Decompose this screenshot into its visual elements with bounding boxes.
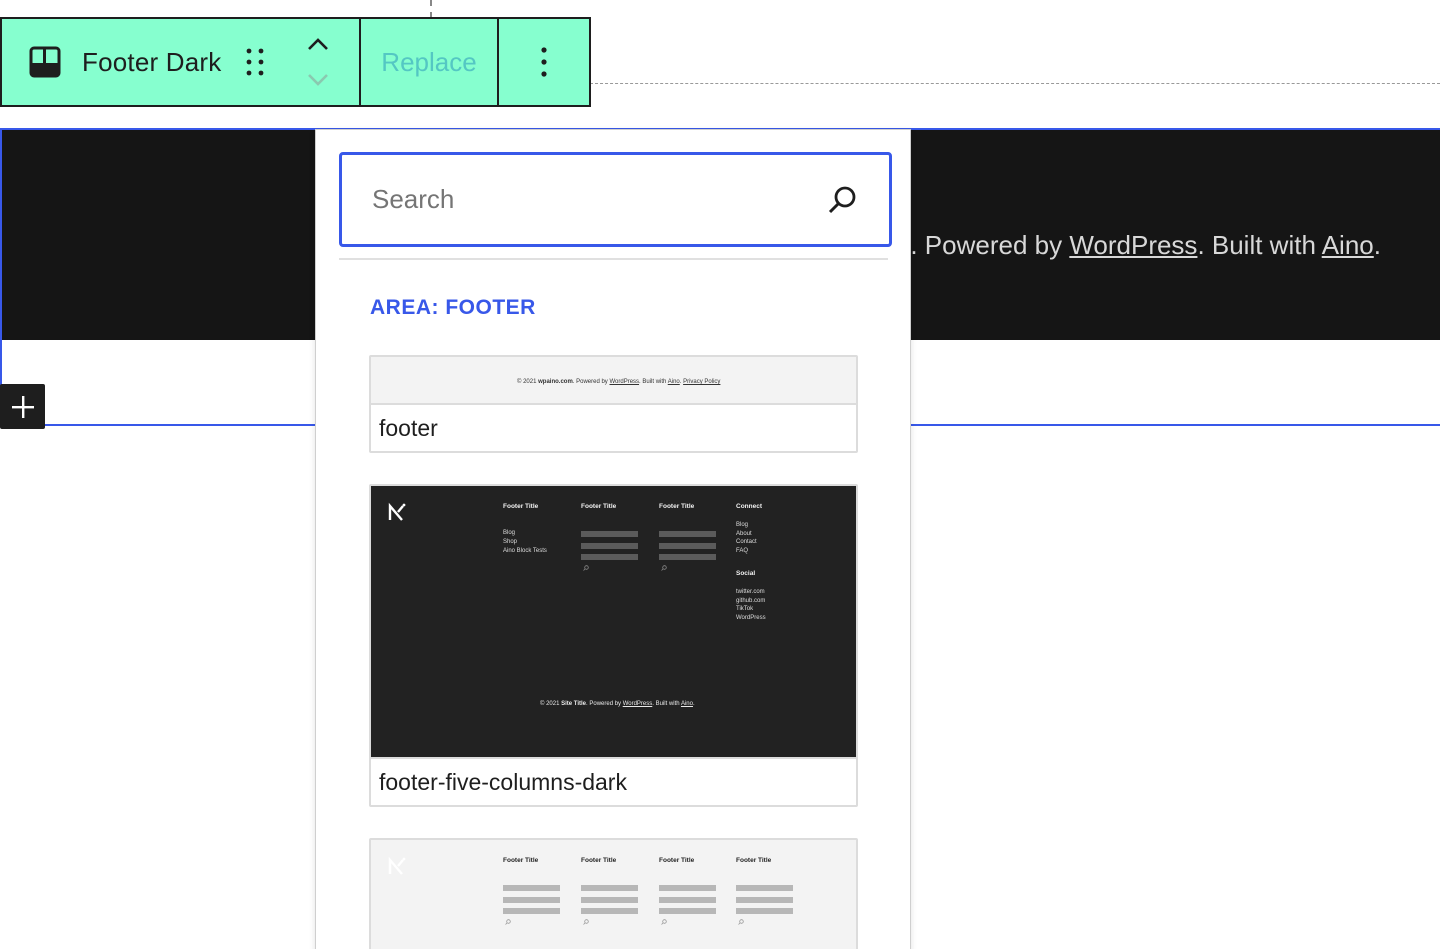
- preview-placeholder-bar: [581, 908, 638, 914]
- preview-link: Blog: [736, 522, 749, 528]
- preview-text: wpaino.com: [538, 379, 573, 385]
- preview-text: . Powered by: [572, 379, 610, 385]
- preview-col-title: Footer Title: [581, 503, 617, 510]
- preview-placeholder-bar: [581, 885, 638, 891]
- preview-col-title: Footer Title: [659, 503, 695, 510]
- editor-canvas: Footer Dark Replace tle. Powere: [0, 0, 1440, 949]
- pattern-preview: © 2021 wpaino.com. Powered by WordPress.…: [371, 357, 856, 403]
- preview-text: Aino: [680, 701, 693, 707]
- preview-credit: © 2021 wpaino.com. Powered by WordPress.…: [517, 379, 720, 385]
- preview-placeholder-bar: [581, 897, 638, 903]
- preview-link: Aino Block Tests: [503, 548, 547, 554]
- preview-link: Shop: [503, 539, 518, 545]
- add-block-button[interactable]: [0, 384, 45, 429]
- preview-placeholder-bar: [736, 897, 793, 903]
- preview-col-title: Footer Title: [659, 857, 695, 864]
- preview-placeholder-bar: [581, 531, 638, 537]
- preview-placeholder-bar: [736, 885, 793, 891]
- pattern-preview: Footer Title Blog Shop Aino Block Tests …: [371, 486, 856, 757]
- credit-text-part: . Built with: [1197, 230, 1322, 260]
- block-title[interactable]: Footer Dark: [82, 47, 221, 78]
- preview-text: Aino: [667, 379, 680, 385]
- preview-link: FAQ: [736, 548, 749, 554]
- chevron-up-icon[interactable]: [306, 37, 330, 51]
- preview-text: . Built with: [639, 379, 668, 385]
- preview-text: © 2021: [540, 701, 562, 707]
- pattern-name: footer-five-columns-dark: [371, 757, 856, 805]
- chevron-down-icon[interactable]: [306, 73, 330, 87]
- pattern-name: footer: [371, 403, 856, 451]
- preview-placeholder-bar: [503, 897, 560, 903]
- divider: [339, 258, 888, 260]
- plus-icon: [11, 395, 34, 418]
- preview-text: © 2021: [517, 379, 539, 385]
- pattern-item[interactable]: Footer Title Footer Title Footer Title F…: [369, 838, 858, 949]
- preview-col-title: Footer Title: [581, 857, 617, 864]
- preview-link: About: [736, 531, 752, 537]
- preview-text: WordPress: [609, 379, 640, 385]
- wordpress-link[interactable]: WordPress: [1069, 230, 1197, 260]
- aino-logo-icon: [388, 856, 406, 875]
- replace-button[interactable]: Replace: [361, 19, 499, 105]
- preview-text: Site Title: [561, 701, 587, 707]
- more-options-button[interactable]: [499, 19, 589, 105]
- preview-col-title: Social: [736, 570, 756, 577]
- search-box: [339, 152, 892, 247]
- aino-link[interactable]: Aino: [1322, 230, 1374, 260]
- preview-placeholder-bar: [581, 554, 638, 560]
- preview-text: . Built with: [652, 701, 681, 707]
- preview-placeholder-bar: [581, 543, 638, 549]
- pattern-item-footer[interactable]: © 2021 wpaino.com. Powered by WordPress.…: [369, 355, 858, 453]
- search-icon: [583, 919, 589, 925]
- preview-link: github.com: [736, 598, 766, 604]
- block-toolbar: Footer Dark Replace: [0, 17, 591, 107]
- search-icon: [661, 919, 667, 925]
- template-part-icon[interactable]: [28, 45, 62, 79]
- aino-logo-icon: [388, 502, 406, 521]
- block-switcher-group: Footer Dark: [2, 19, 361, 105]
- preview-placeholder-bar: [736, 908, 793, 914]
- preview-text: .: [692, 701, 695, 707]
- pattern-preview: Footer Title Footer Title Footer Title F…: [371, 840, 856, 949]
- footer-credit: tle. Powered by WordPress. Built with Ai…: [880, 230, 1381, 261]
- preview-col-title: Footer Title: [503, 503, 539, 510]
- replace-label: Replace: [381, 46, 477, 77]
- preview-link: Blog: [503, 530, 516, 536]
- area-heading: AREA: FOOTER: [370, 296, 536, 319]
- preview-placeholder-bar: [503, 908, 560, 914]
- dashed-guide-vertical: [430, 0, 432, 18]
- preview-credit: © 2021 Site Title. Powered by WordPress.…: [540, 701, 695, 707]
- preview-placeholder-bar: [659, 531, 716, 537]
- replace-pattern-popover: AREA: FOOTER © 2021 wpaino.com. Powered …: [315, 129, 911, 949]
- preview-link: twitter.com: [736, 589, 765, 595]
- search-icon: [583, 565, 589, 571]
- credit-text-part: . Powered by: [910, 230, 1070, 260]
- preview-link: WordPress: [736, 615, 766, 621]
- preview-placeholder-bar: [503, 885, 560, 891]
- preview-col-title: Footer Title: [503, 857, 539, 864]
- preview-text: . Powered by: [586, 701, 623, 707]
- dashed-guide-horizontal: [590, 83, 1440, 84]
- search-icon: [505, 919, 511, 925]
- preview-placeholder-bar: [659, 908, 716, 914]
- search-input[interactable]: [372, 169, 827, 230]
- pattern-item-footer-five-columns-dark[interactable]: Footer Title Blog Shop Aino Block Tests …: [369, 484, 858, 807]
- preview-placeholder-bar: [659, 897, 716, 903]
- preview-text: Privacy Policy: [683, 379, 721, 385]
- drag-handle-icon[interactable]: [245, 47, 265, 77]
- block-movers: [305, 37, 331, 87]
- more-vertical-icon: [541, 47, 547, 77]
- search-icon[interactable]: [827, 184, 859, 216]
- preview-placeholder-bar: [659, 554, 716, 560]
- search-icon: [661, 565, 667, 571]
- preview-text: WordPress: [622, 701, 653, 707]
- preview-placeholder-bar: [659, 543, 716, 549]
- preview-col-title: Connect: [736, 503, 762, 510]
- search-icon: [738, 919, 744, 925]
- preview-col-title: Footer Title: [736, 857, 772, 864]
- preview-link: TikTok: [736, 606, 754, 612]
- credit-text-part: .: [1373, 230, 1381, 260]
- preview-placeholder-bar: [659, 885, 716, 891]
- preview-link: Contact: [736, 539, 757, 545]
